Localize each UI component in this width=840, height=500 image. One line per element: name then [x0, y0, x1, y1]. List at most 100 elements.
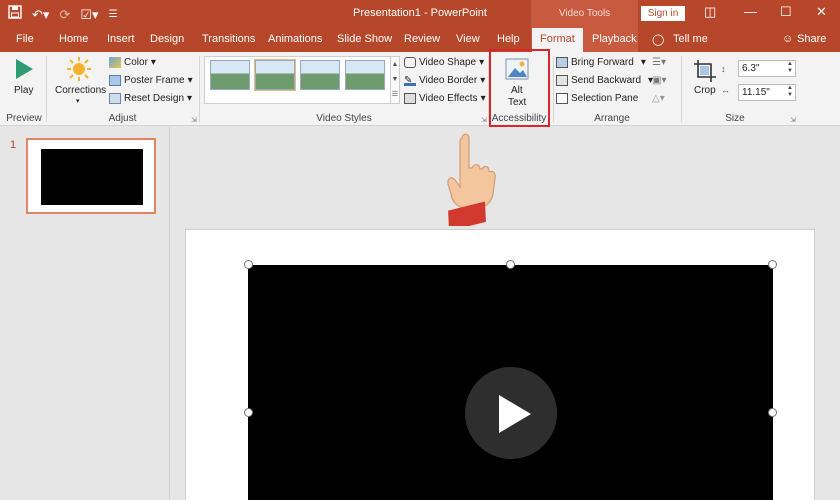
video-border-icon: ✎ [404, 75, 416, 86]
share-icon[interactable]: ☺ [782, 33, 793, 45]
resize-handle-top-right[interactable] [768, 260, 777, 269]
size-group-label: Size [725, 113, 745, 124]
color-button[interactable]: Color ▾ [109, 57, 156, 68]
separator [681, 56, 682, 122]
group-icon[interactable]: ▣▾ [652, 75, 666, 86]
gallery-scroll[interactable]: ▲ ▼ ☰ [390, 56, 400, 104]
video-effects-icon [404, 93, 416, 104]
send-backward-button[interactable]: Send Backward ▾ [556, 75, 653, 86]
height-input[interactable]: 6.3" ▲ ▼ [738, 60, 796, 77]
corrections-dropdown-icon[interactable]: ▾ [76, 97, 80, 105]
adjust-group-label: Adjust [108, 113, 137, 124]
video-style-2[interactable] [254, 59, 296, 91]
corrections-button[interactable]: Corrections [55, 85, 106, 96]
play-button[interactable]: Play [14, 85, 33, 96]
video-effects-label: Video Effects [419, 93, 478, 104]
poster-frame-button[interactable]: Poster Frame ▾ [109, 75, 193, 86]
rotate-icon[interactable]: △▾ [652, 93, 665, 104]
resize-handle-top-left[interactable] [244, 260, 253, 269]
tab-file[interactable]: File [16, 33, 34, 45]
poster-frame-label: Poster Frame [124, 75, 185, 86]
alt-text-highlight [489, 49, 550, 127]
selection-pane-icon [556, 93, 568, 104]
sign-in-button[interactable]: Sign in [641, 6, 685, 21]
ribbon-tabs: File Home Insert Design Transitions Anim… [0, 28, 840, 52]
quick-access-toolbar: ↶▾ ⟳ ☑▾ ☰ [8, 5, 117, 24]
resize-handle-right[interactable] [768, 408, 777, 417]
play-icon[interactable] [14, 58, 34, 80]
close-icon[interactable]: ✕ [816, 4, 827, 20]
share-button[interactable]: Share [797, 33, 826, 45]
slide-thumbnail[interactable] [26, 138, 156, 214]
corrections-icon[interactable] [67, 57, 91, 81]
tab-playback[interactable]: Playback [592, 33, 637, 45]
tab-design[interactable]: Design [150, 33, 184, 45]
tell-me-search[interactable]: Tell me [673, 33, 708, 45]
height-icon: ↕ [721, 64, 726, 74]
send-backward-label: Send Backward [571, 75, 642, 86]
resize-handle-top[interactable] [506, 260, 515, 269]
video-style-3[interactable] [300, 60, 340, 90]
tab-animations[interactable]: Animations [268, 33, 322, 45]
redo-icon[interactable]: ⟳ [59, 6, 70, 24]
minimize-icon[interactable]: — [744, 4, 757, 19]
width-spinner-icon[interactable]: ▲ ▼ [787, 85, 793, 99]
dropdown-icon: ▾ [480, 75, 486, 86]
touch-mode-icon[interactable]: ☑▾ [80, 6, 98, 24]
separator [46, 56, 47, 122]
selection-pane-button[interactable]: Selection Pane [556, 93, 638, 104]
color-label: Color [124, 57, 148, 68]
size-launcher-icon[interactable]: ⇲ [790, 116, 796, 124]
height-spinner-icon[interactable]: ▲ ▼ [787, 61, 793, 75]
selection-pane-label: Selection Pane [571, 93, 639, 104]
play-triangle-icon [499, 395, 531, 433]
adjust-launcher-icon[interactable]: ⇲ [191, 116, 197, 124]
tab-help[interactable]: Help [497, 33, 520, 45]
crop-icon[interactable] [693, 59, 717, 83]
customize-qat-icon[interactable]: ☰ [109, 6, 118, 24]
video-shape-button[interactable]: Video Shape ▾ [404, 57, 484, 68]
poster-frame-icon [109, 75, 121, 86]
video-style-1[interactable] [210, 60, 250, 90]
reset-design-icon [109, 93, 121, 104]
ribbon: Play Preview Corrections ▾ Color ▾ Poster… [0, 52, 840, 126]
video-styles-group-label: Video Styles [316, 113, 372, 124]
ribbon-display-icon[interactable]: ◫ [704, 4, 716, 20]
width-input[interactable]: 11.15" ▲ ▼ [738, 84, 796, 101]
tab-home[interactable]: Home [59, 33, 88, 45]
undo-icon[interactable]: ↶▾ [32, 6, 49, 24]
video-styles-launcher-icon[interactable]: ⇲ [481, 116, 487, 124]
send-backward-icon [556, 75, 568, 86]
crop-button[interactable]: Crop [694, 85, 716, 96]
height-value[interactable]: 6.3" [742, 63, 759, 74]
arrange-group-label: Arrange [594, 113, 630, 124]
width-icon: ↔ [721, 85, 730, 95]
video-border-button[interactable]: ✎ Video Border ▾ [404, 75, 485, 86]
video-shape-icon [404, 57, 416, 68]
dropdown-icon: ▾ [640, 57, 646, 68]
tab-insert[interactable]: Insert [107, 33, 135, 45]
video-effects-button[interactable]: Video Effects ▾ [404, 93, 486, 104]
dropdown-icon: ▾ [187, 93, 193, 104]
preview-group-label: Preview [6, 113, 42, 124]
context-group-label: Video Tools [558, 8, 611, 19]
tab-slide-show[interactable]: Slide Show [337, 33, 392, 45]
separator [199, 56, 200, 122]
tab-view[interactable]: View [456, 33, 480, 45]
video-play-button[interactable] [465, 367, 557, 459]
lightbulb-icon: ◯ [652, 34, 665, 46]
bring-forward-label: Bring Forward [571, 57, 634, 68]
reset-design-button[interactable]: Reset Design ▾ [109, 93, 192, 104]
tab-review[interactable]: Review [404, 33, 440, 45]
bring-forward-icon [556, 57, 568, 68]
resize-handle-left[interactable] [244, 408, 253, 417]
hand-pointer-icon [447, 133, 496, 226]
bring-forward-button[interactable]: Bring Forward ▾ [556, 57, 646, 68]
maximize-icon[interactable]: ☐ [780, 4, 792, 20]
video-style-4[interactable] [345, 60, 385, 90]
width-value[interactable]: 11.15" [742, 87, 770, 98]
save-icon[interactable] [8, 5, 22, 24]
tab-transitions[interactable]: Transitions [202, 33, 255, 45]
align-icon[interactable]: ☰▾ [652, 57, 666, 68]
dropdown-icon: ▾ [480, 93, 486, 104]
